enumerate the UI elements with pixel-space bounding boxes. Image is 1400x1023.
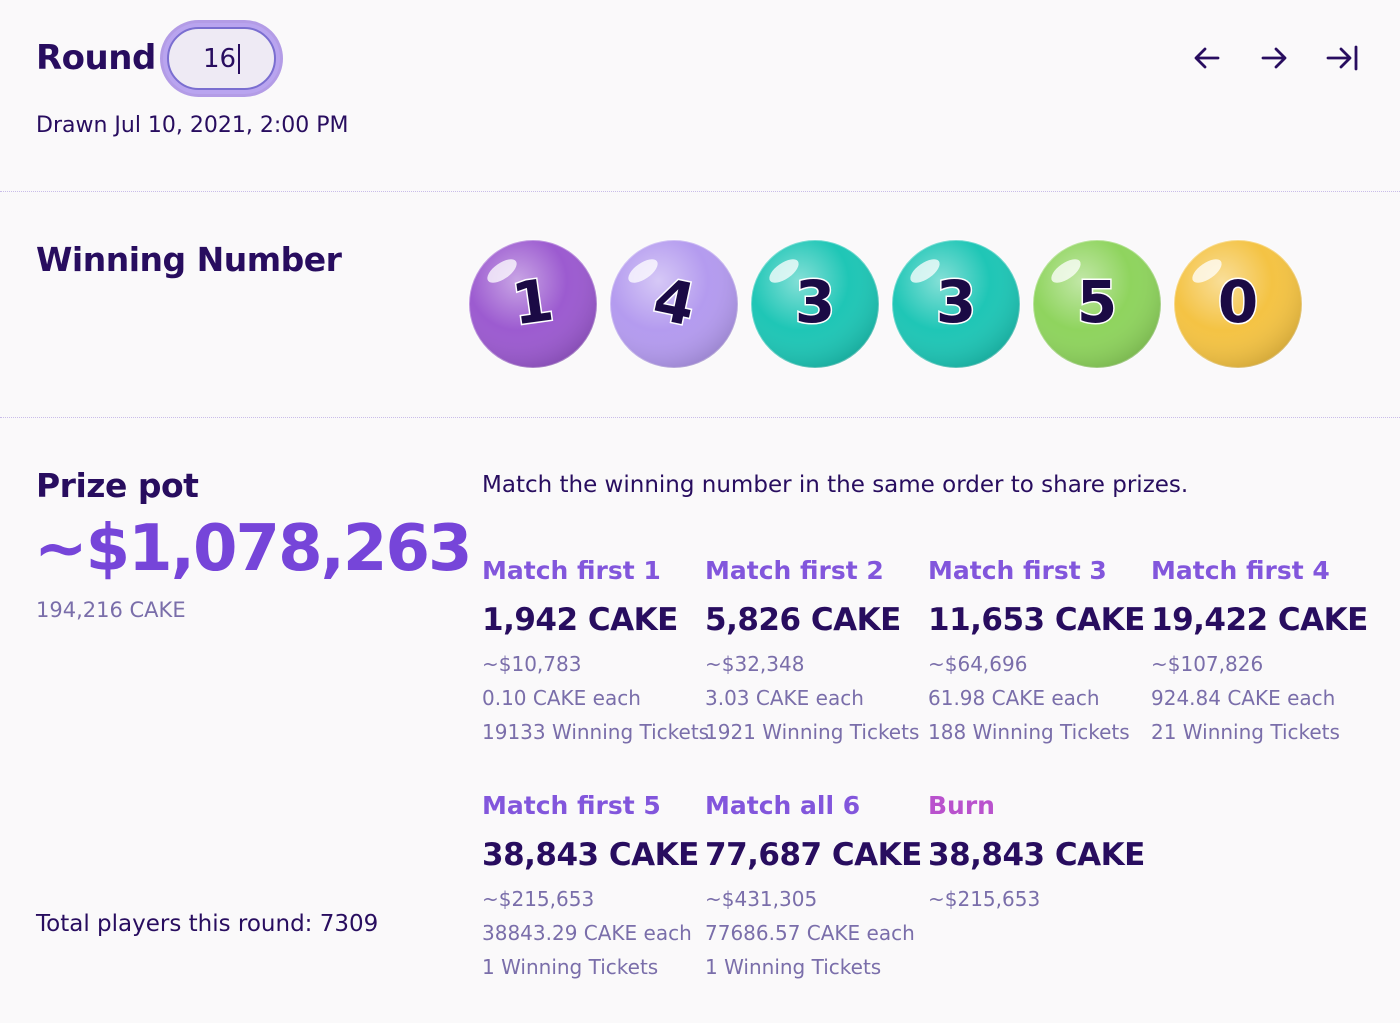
text-caret [238,43,241,74]
bracket-cake-each: 61.98 CAKE each [928,686,1100,710]
bracket-usd-amount: ~$215,653 [928,887,1041,911]
bracket-usd-amount: ~$215,653 [482,887,595,911]
bracket-title: Match first 5 [482,791,661,820]
ball-graphic: 0 [1173,239,1303,369]
bracket-cake-each: 77686.57 CAKE each [705,921,915,945]
round-number-input[interactable]: 16 [160,20,283,97]
total-players: Total players this round: 7309 [36,911,379,937]
previous-round-button[interactable] [1187,38,1227,78]
ball-digit: 0 [1218,268,1258,336]
ball-digit: 3 [936,268,976,336]
prize-pot-usd: ~$1,078,263 [34,512,472,586]
winning-ball-3: 3 [748,237,882,371]
round-input-field[interactable]: 16 [167,27,276,90]
bracket-winning-tickets: 1921 Winning Tickets [705,720,920,744]
latest-round-button[interactable] [1322,38,1362,78]
draw-date: Drawn Jul 10, 2021, 2:00 PM [36,113,349,138]
arrow-left-icon [1194,47,1220,69]
ball-graphic: 4 [609,239,739,369]
winning-ball-2: 4 [607,237,741,371]
ball-digit: 3 [795,268,835,336]
bracket-title: Match all 6 [705,791,861,820]
round-input-value: 16 [202,43,237,74]
ball-graphic: 3 [891,239,1021,369]
bracket-winning-tickets: 1 Winning Tickets [482,955,659,979]
reward-bracket-5: Match first 5 38,843 CAKE ~$215,653 3884… [482,791,712,981]
bracket-usd-amount: ~$64,696 [928,652,1028,676]
bracket-title: Match first 1 [482,556,661,585]
winning-ball-6: 0 [1171,237,1305,371]
prize-pot-title: Prize pot [36,466,199,505]
bracket-winning-tickets: 19133 Winning Tickets [482,720,710,744]
winning-ball-5: 5 [1030,237,1164,371]
bracket-winning-tickets: 188 Winning Tickets [928,720,1130,744]
bracket-winning-tickets: 1 Winning Tickets [705,955,882,979]
bracket-cake-amount: 19,422 CAKE [1151,602,1368,638]
next-round-button[interactable] [1254,38,1294,78]
round-label: Round [36,38,156,78]
reward-bracket-2: Match first 2 5,826 CAKE ~$32,348 3.03 C… [705,556,935,746]
bracket-cake-each: 924.84 CAKE each [1151,686,1336,710]
ball-digit: 5 [1077,268,1117,336]
bracket-cake-amount: 38,843 CAKE [928,837,1145,873]
bracket-cake-amount: 11,653 CAKE [928,602,1145,638]
ball-graphic: 3 [750,239,880,369]
bracket-cake-each: 0.10 CAKE each [482,686,641,710]
prize-pot-cake: 194,216 CAKE [36,598,186,622]
bracket-usd-amount: ~$10,783 [482,652,582,676]
arrow-right-icon [1261,47,1287,69]
bracket-title: Match first 3 [928,556,1107,585]
round-header: Round 16 Drawn Jul 10, 2021, 2:00 PM [0,0,1400,191]
bracket-title: Burn [928,791,995,820]
bracket-cake-amount: 77,687 CAKE [705,837,922,873]
bracket-usd-amount: ~$107,826 [1151,652,1264,676]
reward-bracket-4: Match first 4 19,422 CAKE ~$107,826 924.… [1151,556,1381,746]
bracket-usd-amount: ~$32,348 [705,652,805,676]
match-description: Match the winning number in the same ord… [482,472,1189,498]
bracket-title: Match first 2 [705,556,884,585]
section-divider [0,417,1400,418]
reward-bracket-burn: Burn 38,843 CAKE ~$215,653 [928,791,1158,913]
reward-bracket-6: Match all 6 77,687 CAKE ~$431,305 77686.… [705,791,935,981]
ball-graphic: 1 [468,239,598,369]
reward-bracket-1: Match first 1 1,942 CAKE ~$10,783 0.10 C… [482,556,712,746]
ball-graphic: 5 [1032,239,1162,369]
section-divider [0,191,1400,192]
bracket-winning-tickets: 21 Winning Tickets [1151,720,1340,744]
winning-number-title: Winning Number [36,240,342,279]
bracket-usd-amount: ~$431,305 [705,887,818,911]
bracket-cake-amount: 5,826 CAKE [705,602,901,638]
bracket-cake-amount: 1,942 CAKE [482,602,678,638]
winning-ball-4: 3 [889,237,1023,371]
bracket-title: Match first 4 [1151,556,1330,585]
bracket-cake-each: 38843.29 CAKE each [482,921,692,945]
bracket-cake-each: 3.03 CAKE each [705,686,864,710]
reward-bracket-3: Match first 3 11,653 CAKE ~$64,696 61.98… [928,556,1158,746]
arrow-to-end-icon [1326,45,1358,71]
winning-ball-1: 1 [466,237,600,371]
bracket-cake-amount: 38,843 CAKE [482,837,699,873]
